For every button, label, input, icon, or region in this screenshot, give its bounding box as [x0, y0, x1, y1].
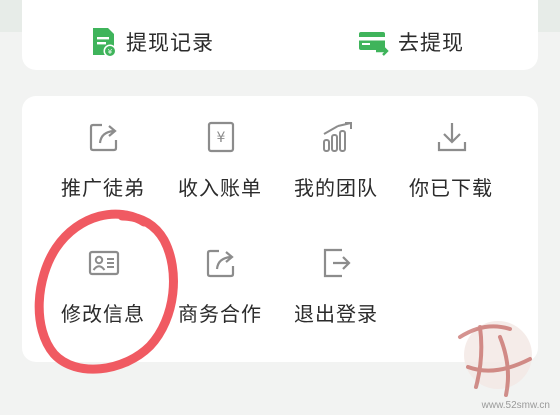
watermark-url: www.52smw.cn — [481, 400, 550, 411]
share-icon — [89, 123, 118, 152]
watermark-stamp — [458, 321, 532, 397]
svg-text:¥: ¥ — [217, 130, 226, 146]
logout-icon — [323, 248, 351, 278]
download-icon — [437, 123, 467, 152]
grid-item-downloaded[interactable]: 你已下载 — [395, 120, 507, 220]
grid-label: 我的团队 — [294, 176, 378, 200]
withdraw-card: ¥ 提现记录 去提现 — [22, 0, 538, 70]
grid-item-logout[interactable]: 退出登录 — [280, 246, 392, 346]
grid-label: 收入账单 — [178, 176, 262, 200]
withdraw-button[interactable]: 去提现 — [358, 24, 464, 60]
grid-item-my-team[interactable]: 我的团队 — [280, 120, 392, 220]
withdraw-card-icon — [359, 32, 389, 56]
grid-label: 你已下载 — [409, 176, 493, 200]
withdraw-record-button[interactable]: ¥ 提现记录 — [90, 24, 214, 60]
team-chart-icon — [323, 122, 352, 152]
grid-label: 推广徒弟 — [61, 176, 145, 200]
annotation-circle — [34, 209, 178, 374]
svg-text:¥: ¥ — [108, 48, 113, 56]
bill-icon: ¥ — [207, 121, 235, 153]
withdraw-label: 去提现 — [398, 31, 464, 55]
grid-label: 退出登录 — [294, 302, 378, 326]
share-icon — [206, 249, 235, 278]
withdraw-record-label: 提现记录 — [126, 31, 214, 55]
withdraw-record-icon: ¥ — [93, 28, 117, 58]
